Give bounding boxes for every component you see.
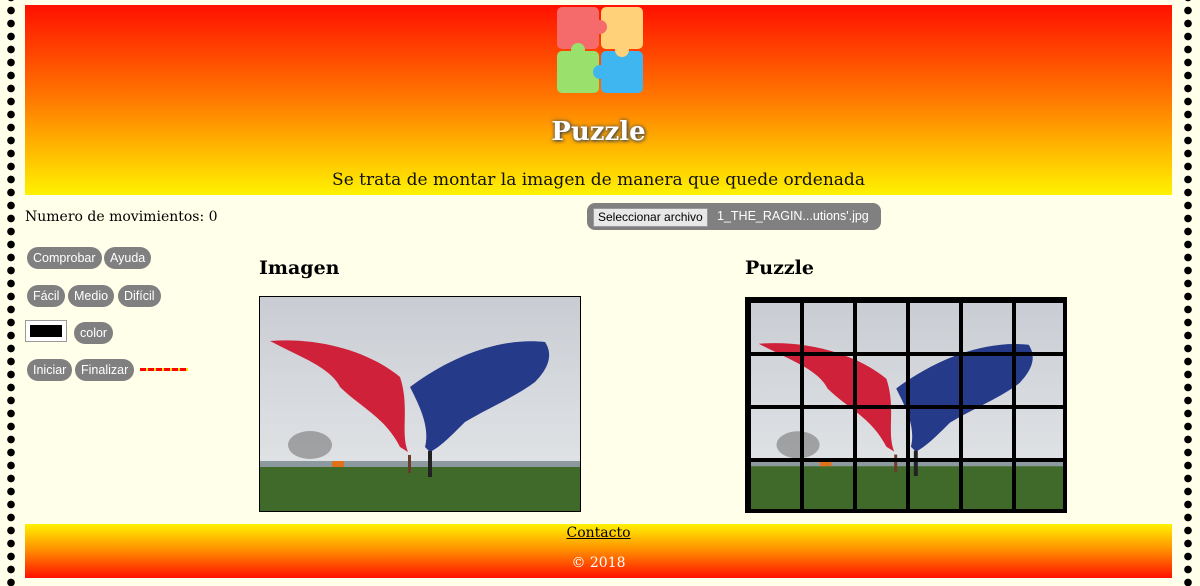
right-border-dots — [1183, 0, 1193, 586]
left-border-dots — [6, 0, 16, 586]
moves-counter: Numero de movimientos: 0 — [25, 209, 218, 225]
hard-button[interactable]: Difícil — [118, 285, 161, 307]
page-footer: Contacto © 2018 — [25, 524, 1172, 578]
contact-link[interactable]: Contacto — [25, 525, 1172, 541]
reference-image — [259, 296, 581, 512]
selected-file-name: 1_THE_RAGIN...utions'.jpg — [717, 209, 869, 223]
select-file-button[interactable]: Seleccionar archivo — [593, 208, 708, 227]
help-button[interactable]: Ayuda — [104, 247, 152, 269]
puzzle-grid — [749, 301, 1063, 509]
color-swatch — [30, 325, 62, 337]
start-button[interactable]: Iniciar — [27, 359, 73, 381]
file-input[interactable]: Seleccionar archivo 1_THE_RAGIN...utions… — [587, 203, 881, 230]
puzzle-board[interactable] — [745, 297, 1067, 513]
color-button[interactable]: color — [74, 322, 114, 344]
page-header: Puzzle Se trata de montar la imagen de m… — [25, 5, 1172, 195]
image-heading: Imagen — [259, 257, 340, 279]
page-title: Puzzle — [551, 117, 646, 147]
page-subtitle: Se trata de montar la imagen de manera q… — [332, 170, 865, 190]
puzzle-heading: Puzzle — [745, 257, 814, 279]
check-button[interactable]: Comprobar — [27, 247, 102, 269]
puzzle-pieces-icon — [557, 7, 643, 93]
finish-button[interactable]: Finalizar — [75, 359, 135, 381]
medium-button[interactable]: Medio — [68, 285, 115, 307]
dashed-line-indicator — [140, 368, 188, 371]
copyright-text: © 2018 — [571, 555, 626, 571]
color-picker[interactable] — [25, 320, 67, 342]
easy-button[interactable]: Fácil — [27, 285, 66, 307]
